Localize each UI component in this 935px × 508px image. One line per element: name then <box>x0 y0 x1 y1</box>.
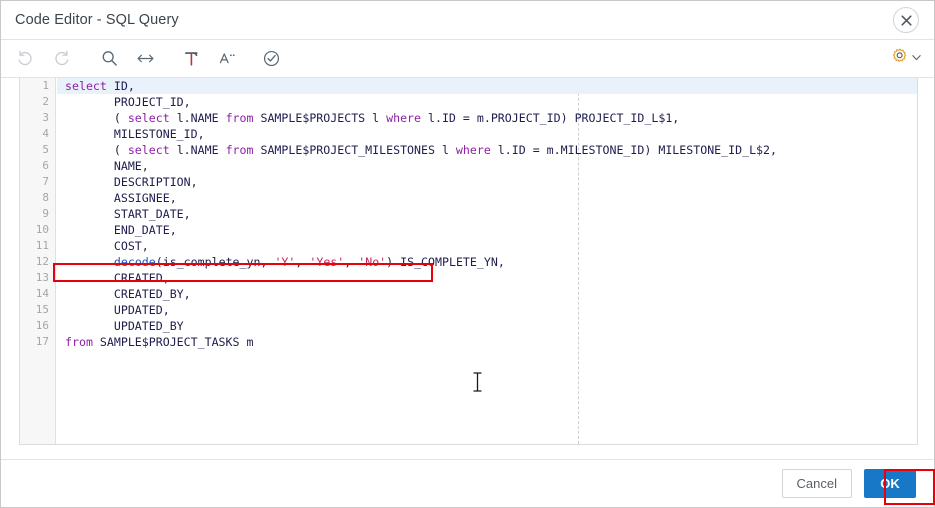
code-token-pn: (is_complete_yn, <box>155 255 275 269</box>
code-token-pn: CREATED, <box>65 271 170 285</box>
undo-icon[interactable] <box>7 44 43 74</box>
code-token-pn: MILESTONE_ID, <box>65 127 205 141</box>
search-icon[interactable] <box>91 44 127 74</box>
dialog-title: Code Editor - SQL Query <box>15 12 179 28</box>
toolbar-history-group <box>7 44 79 74</box>
code-token-pn: END_DATE, <box>65 223 177 237</box>
line-number: 2 <box>42 95 49 108</box>
code-token-pn: UPDATED, <box>65 303 170 317</box>
check-circle-icon[interactable] <box>253 44 289 74</box>
code-token-kw: select <box>127 111 170 125</box>
editor-body: 1 2 3 4 5 6 7 8 9 10 11 12 13 14 15 16 17 select ID, PRO… <box>1 78 934 459</box>
redo-icon[interactable] <box>43 44 79 74</box>
code-token-kw: select <box>127 143 170 157</box>
line-number: 8 <box>42 191 49 204</box>
code-line[interactable]: END_DATE, <box>57 222 917 238</box>
code-token-pn: ID, <box>106 79 135 93</box>
dialog-footer: Cancel OK <box>1 459 934 507</box>
settings-menu-button[interactable] <box>887 47 926 70</box>
code-token-pn: l.ID = m.PROJECT_ID) PROJECT_ID_L$1, <box>421 111 680 125</box>
code-token-pn: , <box>295 255 310 269</box>
code-line[interactable]: NAME, <box>57 158 917 174</box>
code-token-pn: CREATED_BY, <box>65 287 191 301</box>
ok-button[interactable]: OK <box>864 469 916 498</box>
line-number: 10 <box>35 223 49 236</box>
code-line[interactable]: decode(is_complete_yn, 'Y', 'Yes', 'No')… <box>57 254 917 270</box>
code-token-pn: l.ID = m.MILESTONE_ID) MILESTONE_ID_L$2, <box>490 143 777 157</box>
code-token-kw: from <box>225 111 254 125</box>
code-token-str: 'Y' <box>274 255 296 269</box>
code-line[interactable]: UPDATED_BY <box>57 318 917 334</box>
code-token-pn: COST, <box>65 239 149 253</box>
line-number: 6 <box>42 159 49 172</box>
code-line[interactable]: DESCRIPTION, <box>57 174 917 190</box>
editor-toolbar <box>1 40 934 78</box>
line-number: 17 <box>35 335 49 348</box>
sql-code-editor[interactable]: 1 2 3 4 5 6 7 8 9 10 11 12 13 14 15 16 17 select ID, PRO… <box>19 78 918 445</box>
code-line[interactable]: PROJECT_ID, <box>57 94 917 110</box>
code-token-pn: ( <box>65 111 128 125</box>
code-token-pn: UPDATED_BY <box>65 319 184 333</box>
code-token-pn: SAMPLE$PROJECT_TASKS m <box>92 335 254 349</box>
code-token-fn: decode <box>113 255 156 269</box>
code-token-pn: SAMPLE$PROJECTS l <box>253 111 387 125</box>
code-token-pn: l.NAME <box>169 143 226 157</box>
gear-icon <box>891 47 909 70</box>
code-line[interactable]: ( select l.NAME from SAMPLE$PROJECT_MILE… <box>57 142 917 158</box>
code-token-pn: PROJECT_ID, <box>65 95 191 109</box>
code-token-kw: from <box>225 143 254 157</box>
font-size-icon[interactable] <box>209 44 245 74</box>
code-token-str: 'No' <box>358 255 387 269</box>
line-number: 14 <box>35 287 49 300</box>
code-token-str: 'Yes' <box>309 255 345 269</box>
code-token-pn: START_DATE, <box>65 207 191 221</box>
code-token-pn: ) IS_COMPLETE_YN, <box>386 255 505 269</box>
code-token-pn: , <box>344 255 359 269</box>
code-token-pn: DESCRIPTION, <box>65 175 198 189</box>
hammer-icon[interactable] <box>173 44 209 74</box>
code-token-pn: ( <box>65 143 128 157</box>
code-token-pn: ASSIGNEE, <box>65 191 177 205</box>
toolbar-tools-group <box>79 44 289 74</box>
line-number: 9 <box>42 207 49 220</box>
code-token-pn: l.NAME <box>169 111 226 125</box>
chevron-down-icon <box>911 50 922 68</box>
code-line[interactable]: from SAMPLE$PROJECT_TASKS m <box>57 334 917 350</box>
dialog-titlebar: Code Editor - SQL Query <box>1 1 934 40</box>
arrows-horizontal-icon[interactable] <box>127 44 163 74</box>
code-line[interactable]: MILESTONE_ID, <box>57 126 917 142</box>
code-line[interactable]: START_DATE, <box>57 206 917 222</box>
code-line[interactable]: ASSIGNEE, <box>57 190 917 206</box>
code-token-kw: select <box>65 79 107 93</box>
code-line[interactable]: COST, <box>57 238 917 254</box>
code-token-pn <box>65 255 114 269</box>
code-line[interactable]: UPDATED, <box>57 302 917 318</box>
code-content-area[interactable]: select ID, PROJECT_ID, ( select l.NAME f… <box>57 78 917 444</box>
close-icon[interactable] <box>893 7 919 33</box>
line-number: 13 <box>35 271 49 284</box>
line-number: 11 <box>35 239 49 252</box>
line-number: 16 <box>35 319 49 332</box>
code-token-kw: where <box>455 143 491 157</box>
code-token-kw: where <box>386 111 422 125</box>
code-line[interactable]: select ID, <box>57 78 917 94</box>
code-line[interactable]: CREATED_BY, <box>57 286 917 302</box>
line-number: 12 <box>35 255 49 268</box>
line-number: 5 <box>42 143 49 156</box>
code-editor-dialog: Code Editor - SQL Query 1 2 3 4 5 6 7 8 … <box>0 0 935 508</box>
line-number-gutter: 1 2 3 4 5 6 7 8 9 10 11 12 13 14 15 16 17 <box>20 78 56 444</box>
code-line[interactable]: CREATED, <box>57 270 917 286</box>
cancel-button[interactable]: Cancel <box>781 469 852 498</box>
line-number: 1 <box>42 79 49 92</box>
line-number: 15 <box>35 303 49 316</box>
line-number: 7 <box>42 175 49 188</box>
code-token-kw: from <box>65 335 93 349</box>
line-number: 3 <box>42 111 49 124</box>
line-number: 4 <box>42 127 49 140</box>
code-token-pn: NAME, <box>65 159 149 173</box>
code-token-pn: SAMPLE$PROJECT_MILESTONES l <box>253 143 456 157</box>
code-line[interactable]: ( select l.NAME from SAMPLE$PROJECTS l w… <box>57 110 917 126</box>
